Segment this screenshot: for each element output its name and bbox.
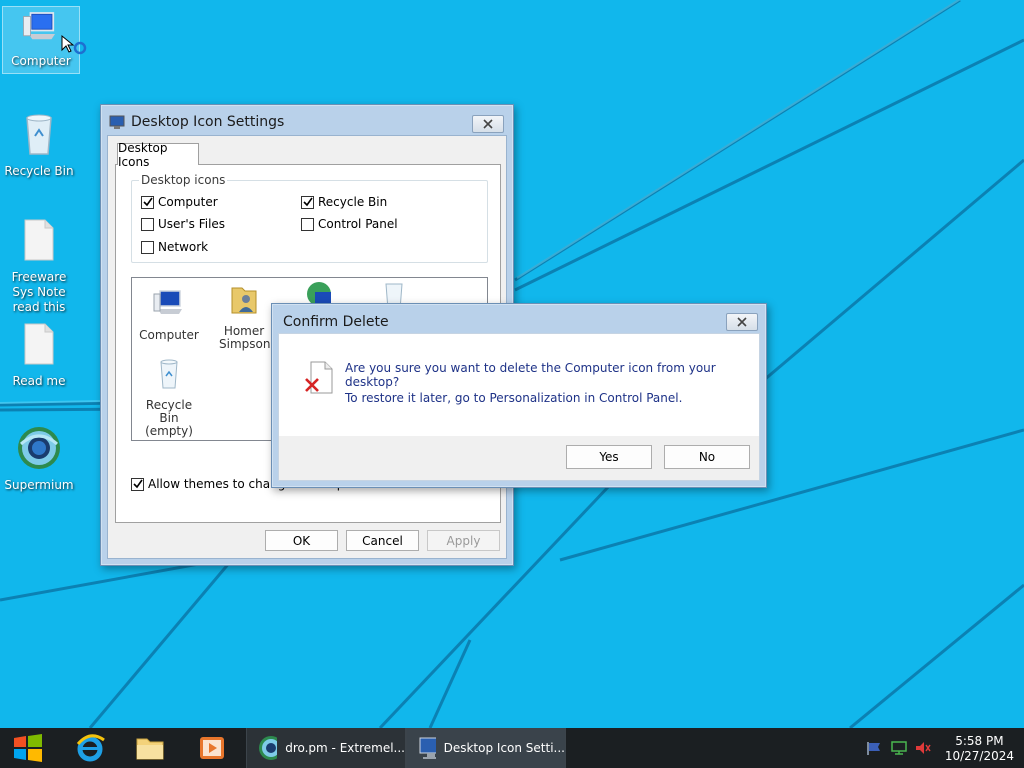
desktop-icon-read-me[interactable]: Read me xyxy=(0,320,78,389)
dialog-body: Are you sure you want to delete the Comp… xyxy=(278,333,760,481)
preview-label: Recycle Bin (empty) xyxy=(145,398,193,438)
checkbox-label: Control Panel xyxy=(318,217,398,231)
confirm-message: Are you sure you want to delete the Comp… xyxy=(345,361,716,389)
preview-item-recycle-bin-empty[interactable]: Recycle Bin (empty) xyxy=(134,356,204,438)
tab-desktop-icons[interactable]: Desktop Icons xyxy=(117,141,199,169)
recycle-bin-icon xyxy=(26,114,52,155)
taskbar-pin-internet-explorer[interactable] xyxy=(62,728,118,768)
checkmark-icon xyxy=(142,197,153,207)
internet-explorer-icon xyxy=(76,734,105,762)
document-icon xyxy=(24,323,54,365)
taskbar-pin-file-explorer[interactable] xyxy=(122,728,178,768)
checkbox-users-files[interactable]: User's Files xyxy=(141,217,225,231)
checkbox-label: Network xyxy=(158,240,209,254)
ok-button[interactable]: OK xyxy=(265,530,338,551)
taskbar-task-browser[interactable]: dro.pm - Extremel... xyxy=(246,728,406,768)
recycle-bin-empty-icon xyxy=(160,359,178,389)
task-label: Desktop Icon Setti... xyxy=(443,741,565,755)
desktop-icon-freeware-note[interactable]: Freeware Sys Note read this xyxy=(0,216,78,315)
close-button[interactable] xyxy=(726,313,758,331)
checkmark-icon xyxy=(302,197,313,207)
media-player-icon xyxy=(200,737,224,759)
checkmark-icon xyxy=(132,479,143,489)
action-center-flag-icon[interactable] xyxy=(866,741,882,755)
checkbox-box[interactable] xyxy=(141,217,154,231)
no-button[interactable]: No xyxy=(664,445,750,469)
volume-muted-icon[interactable] xyxy=(915,741,931,755)
display-settings-icon xyxy=(419,737,436,759)
network-icon[interactable] xyxy=(891,741,907,755)
close-button[interactable] xyxy=(472,115,504,133)
close-icon xyxy=(483,119,493,129)
desktop-icon-label: Recycle Bin xyxy=(4,164,74,178)
window-title: Desktop Icon Settings xyxy=(131,114,285,130)
supermium-browser-icon xyxy=(18,427,60,469)
checkbox-label: Recycle Bin xyxy=(318,195,388,209)
checkbox-recycle-bin[interactable]: Recycle Bin xyxy=(301,195,387,209)
desktop-icons-group: Desktop icons Computer Recycle Bin User'… xyxy=(131,173,488,263)
preview-label: Computer xyxy=(139,328,199,342)
taskbar-task-desktop-icon-settings[interactable]: Desktop Icon Setti... xyxy=(406,728,566,768)
desktop: Computer Recycle Bin Freeware Sys Note r… xyxy=(0,0,1024,728)
taskbar: dro.pm - Extremel... Desktop Icon Setti.… xyxy=(0,728,1024,768)
checkbox-box[interactable] xyxy=(141,195,154,209)
preview-item-users-files[interactable]: Homer Simpson xyxy=(209,282,279,351)
task-label: dro.pm - Extremel... xyxy=(285,741,405,755)
cancel-button[interactable]: Cancel xyxy=(346,530,419,551)
apply-button[interactable]: Apply xyxy=(427,530,500,551)
group-label: Desktop icons xyxy=(139,173,228,187)
desktop-icon-label: Computer xyxy=(11,54,71,68)
desktop-icon-computer[interactable]: Computer xyxy=(2,6,87,74)
preview-item-computer[interactable]: Computer xyxy=(134,286,204,342)
confirm-delete-window: Confirm Delete Are you sure you want to … xyxy=(271,303,767,488)
checkbox-box[interactable] xyxy=(141,240,154,254)
clock-date: 10/27/2024 xyxy=(944,749,1014,763)
desktop-icon-label: Supermium xyxy=(4,478,74,492)
desktop-icon-label: Freeware Sys Note read this xyxy=(11,270,67,314)
desktop-icon-recycle-bin[interactable]: Recycle Bin xyxy=(0,110,78,179)
computer-icon xyxy=(153,290,182,314)
windows-logo-icon xyxy=(14,734,42,762)
checkbox-label: User's Files xyxy=(158,217,226,231)
checkbox-network[interactable]: Network xyxy=(141,240,208,254)
checkbox-box[interactable] xyxy=(301,217,314,231)
button-strip: Yes No xyxy=(279,436,759,480)
title-bar[interactable]: Confirm Delete xyxy=(272,304,766,334)
taskbar-pin-media-player[interactable] xyxy=(184,728,240,768)
yes-button[interactable]: Yes xyxy=(566,445,652,469)
delete-file-icon xyxy=(305,361,333,394)
checkbox-control-panel[interactable]: Control Panel xyxy=(301,217,398,231)
close-icon xyxy=(737,317,747,327)
computer-icon xyxy=(23,12,55,40)
display-settings-icon xyxy=(109,115,125,129)
start-button[interactable] xyxy=(0,728,56,768)
clock-time: 5:58 PM xyxy=(955,734,1004,748)
clock[interactable]: 5:58 PM 10/27/2024 xyxy=(945,734,1014,764)
checkbox-box[interactable] xyxy=(131,477,144,491)
preview-label: Homer Simpson xyxy=(219,324,271,351)
title-bar[interactable]: Desktop Icon Settings xyxy=(101,105,513,135)
checkbox-box[interactable] xyxy=(301,195,314,209)
supermium-browser-icon xyxy=(259,736,278,760)
checkbox-computer[interactable]: Computer xyxy=(141,195,218,209)
window-title: Confirm Delete xyxy=(283,314,389,330)
checkbox-label: Computer xyxy=(158,195,218,209)
desktop-icon-supermium[interactable]: Supermium xyxy=(0,424,78,493)
user-folder-icon xyxy=(231,287,257,314)
desktop-icon-label: Read me xyxy=(12,374,66,388)
document-icon xyxy=(24,219,54,261)
confirm-hint: To restore it later, go to Personalizati… xyxy=(345,391,683,405)
folder-icon xyxy=(136,738,164,760)
